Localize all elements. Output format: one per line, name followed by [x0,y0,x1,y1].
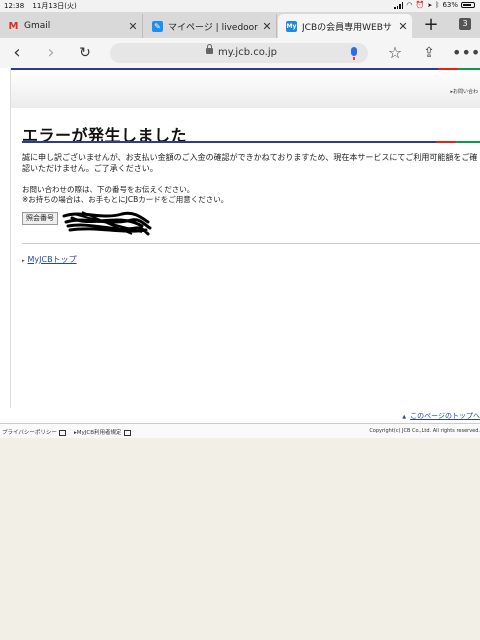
tab-myjcb[interactable]: My JCBの会員専用WEBサ ✕ [278,14,412,38]
close-tab-icon[interactable]: ✕ [394,20,412,33]
location-icon: ➤ [427,1,433,9]
myjcb-icon: My [286,20,297,32]
close-tab-icon[interactable]: ✕ [258,20,276,33]
status-time: 12:38 [4,2,25,10]
back-button[interactable]: ‹ [6,42,28,64]
tab-count-button[interactable]: 3 [459,18,471,30]
contact-link[interactable]: ▸お問い合わ [450,88,478,95]
gmail-icon: M [8,20,19,32]
lock-icon [206,44,213,54]
battery-percent: 63% [442,1,458,9]
redaction-scribble [62,211,152,236]
page-header: ▸お問い合わ [11,70,480,108]
alarm-icon: ⏰ [415,1,425,9]
title-underline [22,141,480,143]
wifi-icon: ◠ [406,1,413,9]
bluetooth-icon: ᛒ [435,1,440,9]
bookmark-star-button[interactable]: ☆ [384,42,406,64]
copyright-text: Copyright(c) JCB Co.,Ltd. All rights res… [369,428,480,434]
tab-bar: M Gmail ✕ ✎ マイページ | livedoor Blo ✕ My JC… [0,12,480,38]
close-tab-icon[interactable]: ✕ [124,20,142,33]
tab-title: JCBの会員専用WEBサ [302,22,392,33]
status-date: 11月13日(火) [32,2,77,10]
external-link-icon [123,429,131,436]
livedoor-blog-icon: ✎ [152,20,163,32]
web-page: ▸お問い合わ エラーが発生しました 誠に申し訳ございませんが、お支払い金額のご入… [0,68,480,438]
new-tab-button[interactable]: + [420,14,442,36]
battery-icon [461,2,475,8]
tab-title: マイページ | livedoor Blo [168,22,258,33]
privacy-policy-link[interactable]: プライバシーポリシー [2,428,66,436]
page-footer: プライバシーポリシー ▸MyJCB利用者規定 Copyright(c) JCB … [0,423,480,438]
tab-livedoor[interactable]: ✎ マイページ | livedoor Blo ✕ [144,14,277,38]
address-bar[interactable]: my.jcb.co.jp [110,43,368,63]
tab-gmail[interactable]: M Gmail ✕ [0,14,143,38]
more-menu-button[interactable]: ••• [452,42,480,64]
share-button[interactable]: ⇪ [418,42,440,64]
error-message: 誠に申し訳ございませんが、お支払い金額のご入金の確認ができかねておりますため、現… [22,153,478,173]
contact-note: お問い合わせの際は、下の番号をお伝えください。 ※お持ちの場合は、お手もとにJC… [22,185,228,205]
url-text: my.jcb.co.jp [218,47,277,58]
tab-title: Gmail [24,21,51,31]
forward-button[interactable]: › [40,42,62,64]
external-link-icon [58,429,66,436]
note-line-2: ※お持ちの場合は、お手もとにJCBカードをご用意ください。 [22,195,229,204]
myjcb-top-link[interactable]: MyJCBトップ [22,254,77,265]
reference-number-label: 照会番号 [22,212,58,225]
microphone-icon[interactable] [351,47,357,60]
reload-button[interactable]: ↻ [74,42,96,64]
status-bar: 12:38 11月13日(火) ◠ ⏰ ➤ ᛒ 63% [0,0,480,12]
terms-link[interactable]: ▸MyJCB利用者規定 [74,428,131,436]
signal-icon [394,1,404,9]
note-line-1: お問い合わせの際は、下の番号をお伝えください。 [22,185,195,194]
